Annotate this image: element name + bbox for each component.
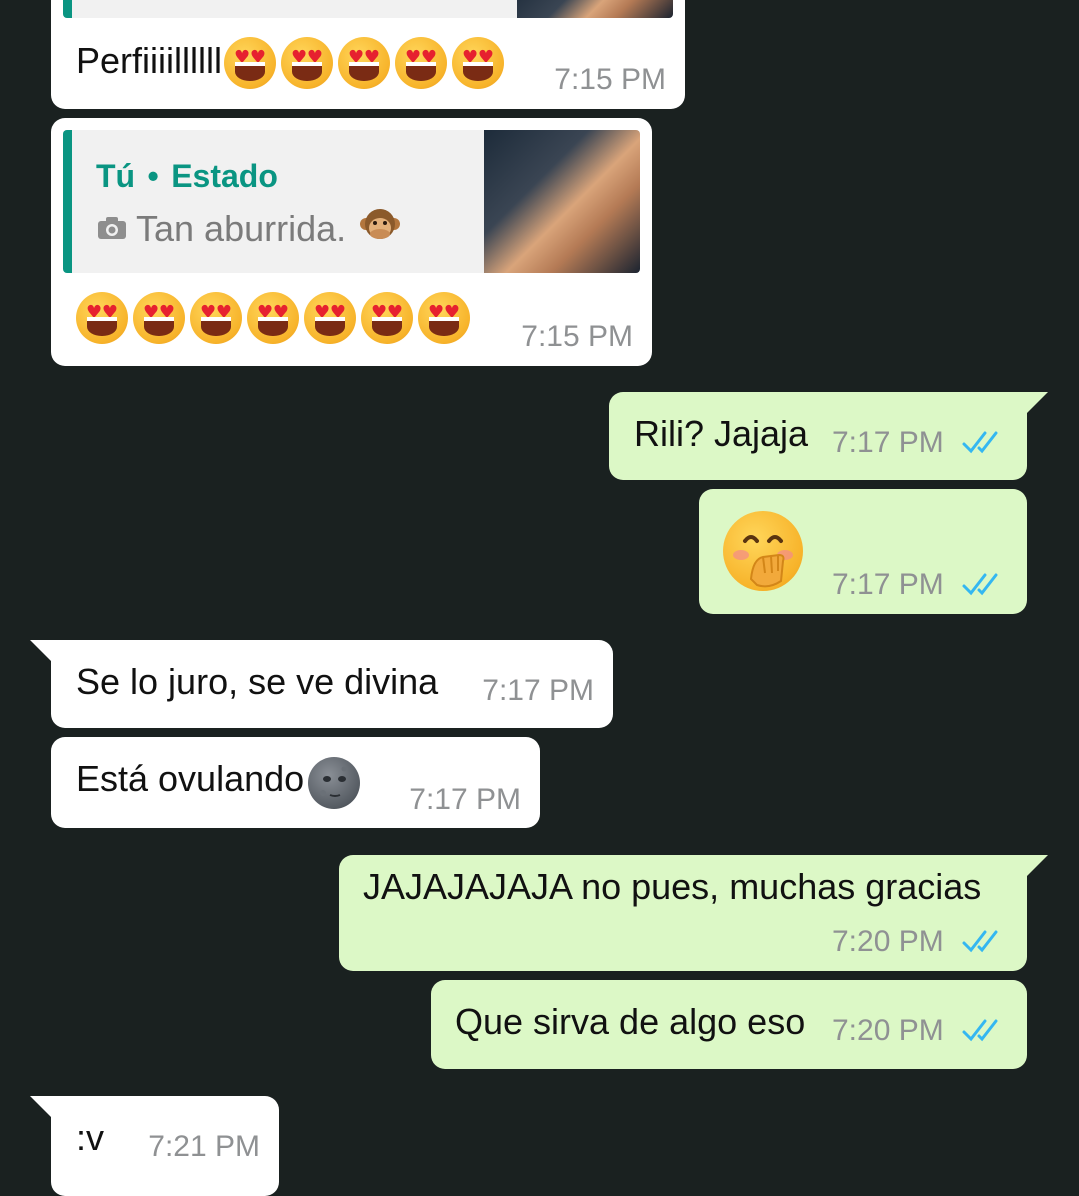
message-bubble-incoming[interactable]: Se lo juro, se ve divina 7:17 PM xyxy=(51,640,613,728)
heart-eyes-emoji: ♥ ♥ xyxy=(133,292,185,344)
heart-eyes-emoji: ♥ ♥ xyxy=(361,292,413,344)
message-text: Que sirva de algo eso xyxy=(455,1001,806,1042)
bubble-tail xyxy=(1026,855,1048,877)
double-check-read-icon xyxy=(961,428,1007,458)
bubble-tail xyxy=(1026,392,1048,414)
message-bubble-incoming[interactable]: :v 7:21 PM xyxy=(51,1096,279,1196)
heart-eyes-emoji-row: ♥ ♥ ♥ ♥ ♥ ♥ ♥ ♥ ♥ ♥ ♥ ♥ ♥ ♥ xyxy=(76,292,476,344)
message-time: 7:17 PM xyxy=(409,783,521,816)
quote-accent-bar xyxy=(63,130,72,273)
message-text: Rili? Jajaja xyxy=(634,413,809,454)
bubble-tail xyxy=(30,1096,52,1118)
heart-eyes-emoji: ♥ ♥ xyxy=(418,292,470,344)
message-bubble-incoming[interactable]: Está ovulando 7:17 PM xyxy=(51,737,540,828)
heart-eyes-emoji-row: ♥ ♥ ♥ ♥ ♥ ♥ ♥ ♥ ♥ ♥ xyxy=(224,37,514,89)
message-bubble-incoming[interactable]: Tú • Estado Tan aburrida. ♥ ♥ ♥ ♥ ♥ ♥ ♥ … xyxy=(51,118,652,366)
double-check-read-icon xyxy=(961,927,1007,957)
message-time: 7:17 PM xyxy=(482,674,594,707)
double-check-read-icon xyxy=(961,570,1007,600)
quote-accent-bar xyxy=(63,0,72,18)
quote-text: Tan aburrida. xyxy=(136,208,347,249)
message-time: 7:15 PM xyxy=(554,63,666,96)
status-thumbnail xyxy=(484,130,640,273)
bubble-tail xyxy=(30,640,52,662)
message-time: 7:17 PM xyxy=(832,568,944,601)
message-text: :v xyxy=(76,1117,105,1158)
quote-type: Estado xyxy=(171,158,278,194)
heart-eyes-emoji: ♥ ♥ xyxy=(76,292,128,344)
camera-icon xyxy=(97,216,127,240)
message-text: JAJAJAJAJA no pues, muchas gracias xyxy=(363,866,982,907)
message-bubble-outgoing[interactable]: 7:17 PM xyxy=(699,489,1027,614)
message-bubble-incoming[interactable]: Perfiiiillllll ♥ ♥ ♥ ♥ ♥ ♥ ♥ ♥ ♥ ♥ 7:15 PM xyxy=(51,0,685,109)
message-time: 7:20 PM xyxy=(832,1014,944,1047)
heart-eyes-emoji: ♥ ♥ xyxy=(452,37,504,89)
heart-eyes-emoji: ♥ ♥ xyxy=(224,37,276,89)
message-text: Se lo juro, se ve divina xyxy=(76,661,439,702)
new-moon-face-emoji xyxy=(308,757,360,809)
message-bubble-outgoing[interactable]: Que sirva de algo eso 7:20 PM xyxy=(431,980,1027,1069)
message-bubble-outgoing[interactable]: JAJAJAJAJA no pues, muchas gracias 7:20 … xyxy=(339,855,1027,971)
message-time: 7:17 PM xyxy=(832,426,944,459)
message-text: Perfiiiillllll xyxy=(76,40,223,81)
quoted-status-preview[interactable]: Tú • Estado Tan aburrida. xyxy=(63,130,640,273)
double-check-read-icon xyxy=(961,1016,1007,1046)
message-time: 7:20 PM xyxy=(832,925,944,958)
status-thumbnail xyxy=(517,0,673,18)
quote-separator: • xyxy=(147,158,159,194)
face-with-hand-over-mouth-emoji xyxy=(723,511,803,591)
message-bubble-outgoing[interactable]: Rili? Jajaja 7:17 PM xyxy=(609,392,1027,480)
quote-author: Tú xyxy=(96,158,136,194)
message-time: 7:21 PM xyxy=(148,1130,260,1163)
heart-eyes-emoji: ♥ ♥ xyxy=(304,292,356,344)
heart-eyes-emoji: ♥ ♥ xyxy=(338,37,390,89)
heart-eyes-emoji: ♥ ♥ xyxy=(395,37,447,89)
quoted-status-preview[interactable] xyxy=(63,0,673,18)
message-time: 7:15 PM xyxy=(521,320,633,353)
heart-eyes-emoji: ♥ ♥ xyxy=(247,292,299,344)
message-text: Está ovulando xyxy=(76,758,305,799)
heart-eyes-emoji: ♥ ♥ xyxy=(190,292,242,344)
speak-no-evil-monkey-emoji xyxy=(360,206,400,246)
heart-eyes-emoji: ♥ ♥ xyxy=(281,37,333,89)
